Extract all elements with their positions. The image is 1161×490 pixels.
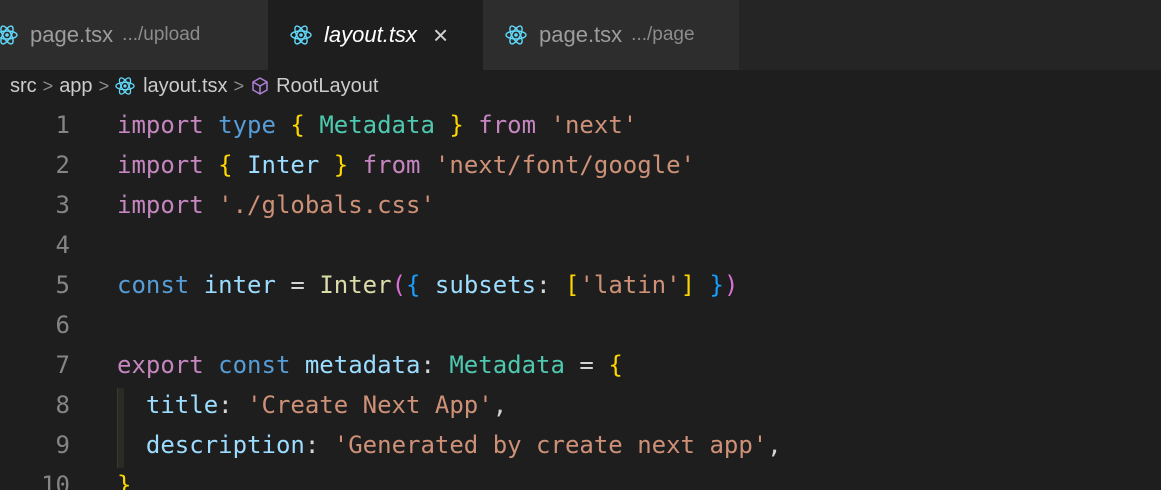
breadcrumb-item-label: RootLayout	[276, 74, 379, 97]
keyword-token: export	[117, 351, 204, 379]
keyword-token: type	[218, 111, 276, 139]
tab-layout[interactable]: layout.tsx ×	[268, 0, 483, 70]
type-token: Metadata	[449, 351, 565, 379]
brace-token: {	[290, 111, 305, 139]
tab-filename: page.tsx	[30, 22, 114, 47]
code-text: import { Inter } from 'next/font/google'	[117, 151, 695, 179]
string-token: './globals.css'	[218, 191, 435, 219]
tab-filename: page.tsx	[539, 22, 623, 47]
code-line: 6	[0, 305, 1161, 345]
tab-page-page[interactable]: page.tsx .../page	[483, 0, 739, 70]
bracket-token: ]	[680, 271, 696, 299]
function-token: Inter	[319, 271, 392, 299]
operator-token: =	[275, 271, 320, 299]
string-token: 'Create Next App'	[247, 391, 493, 419]
colon-token: :	[304, 431, 320, 459]
keyword-token: import	[117, 151, 204, 179]
breadcrumb-item-app[interactable]: app	[59, 75, 92, 98]
string-token: 'latin'	[579, 271, 681, 299]
paren-token: (	[391, 271, 407, 299]
breadcrumb-item-rootlayout[interactable]: RootLayout	[250, 75, 378, 98]
code-line: 10 }	[0, 465, 1161, 490]
react-icon	[0, 25, 18, 45]
keyword-token: const	[117, 271, 190, 299]
breadcrumb: src > app > layout.tsx > RootLayout	[0, 70, 1161, 102]
line-number: 8	[55, 391, 70, 419]
code-text: import './globals.css'	[117, 191, 435, 219]
brace-token: }	[117, 471, 132, 490]
code-line: 8 title: 'Create Next App',	[0, 385, 1161, 425]
code-line: 1 import type { Metadata } from 'next'	[0, 105, 1161, 145]
identifier-token: inter	[203, 271, 276, 299]
line-number: 4	[55, 231, 70, 259]
comma-token: ,	[767, 431, 782, 459]
string-token: 'Generated by create next app'	[333, 431, 768, 459]
property-token: description	[145, 431, 305, 459]
code-line: 3 import './globals.css'	[0, 185, 1161, 225]
operator-token: =	[564, 351, 609, 379]
bracket-token: [	[564, 271, 580, 299]
identifier-token: metadata	[304, 351, 421, 379]
line-number: 6	[55, 311, 70, 339]
react-icon	[290, 25, 312, 45]
string-token: 'next'	[550, 111, 638, 139]
line-number: 1	[55, 111, 70, 139]
tab-page-upload[interactable]: page.tsx .../upload	[0, 0, 268, 70]
close-icon[interactable]: ×	[433, 20, 448, 51]
brace-token: }	[709, 271, 724, 299]
code-line: 7 export const metadata: Metadata = {	[0, 345, 1161, 385]
code-line: 4	[0, 225, 1161, 265]
breadcrumb-separator: >	[233, 75, 245, 96]
line-number: 3	[55, 191, 70, 219]
brace-token: }	[449, 111, 464, 139]
property-token: title	[145, 391, 219, 419]
line-number: 10	[41, 471, 70, 490]
line-number: 2	[55, 151, 70, 179]
editor-tab-bar: page.tsx .../upload layout.tsx × page.ts…	[0, 0, 1161, 70]
code-text: }	[117, 471, 131, 490]
colon-token: :	[218, 391, 233, 419]
cube-icon	[252, 77, 268, 95]
brace-token: {	[608, 351, 623, 379]
code-line: 5 const inter = Inter({ subsets: ['latin…	[0, 265, 1161, 305]
keyword-token: import	[117, 191, 204, 219]
paren-token: )	[723, 271, 739, 299]
code-text: import type { Metadata } from 'next'	[117, 111, 637, 139]
react-icon	[505, 25, 527, 45]
tab-filename: layout.tsx	[324, 22, 417, 47]
keyword-token: const	[218, 351, 291, 379]
property-token: subsets	[434, 271, 537, 299]
code-text: export const metadata: Metadata = {	[117, 351, 623, 379]
code-text: description: 'Generated by create next a…	[117, 431, 782, 459]
comma-token: ,	[492, 391, 508, 419]
breadcrumb-separator: >	[42, 75, 54, 96]
brace-token: }	[333, 151, 349, 179]
keyword-token: from	[362, 151, 421, 179]
brace-token: {	[406, 271, 421, 299]
string-token: 'next/font/google'	[434, 151, 696, 179]
colon-token: :	[536, 271, 551, 299]
brace-token: {	[218, 151, 233, 179]
type-token: Metadata	[319, 111, 435, 139]
tab-list: page.tsx .../upload layout.tsx × page.ts…	[0, 0, 1161, 70]
breadcrumb-separator: >	[98, 75, 110, 96]
keyword-token: from	[478, 111, 537, 139]
line-number: 5	[55, 271, 70, 299]
code-line: 2 import { Inter } from 'next/font/googl…	[0, 145, 1161, 185]
identifier-token: Inter	[247, 151, 320, 179]
breadcrumb-item-src[interactable]: src	[10, 75, 37, 98]
line-number: 9	[55, 431, 70, 459]
breadcrumb-item-label: layout.tsx	[143, 74, 228, 97]
code-text: title: 'Create Next App',	[117, 391, 507, 419]
breadcrumb-item-layout[interactable]: layout.tsx	[115, 74, 228, 98]
react-icon	[115, 77, 135, 95]
code-editor[interactable]: 1 import type { Metadata } from 'next' 2…	[0, 105, 1161, 490]
line-number: 7	[55, 351, 70, 379]
tab-path-description: .../page	[631, 24, 695, 45]
code-line: 9 description: 'Generated by create next…	[0, 425, 1161, 465]
keyword-token: import	[117, 111, 204, 139]
tab-path-description: .../upload	[122, 24, 201, 45]
code-text: const inter = Inter({ subsets: ['latin']…	[117, 271, 738, 299]
colon-token: :	[420, 351, 435, 379]
